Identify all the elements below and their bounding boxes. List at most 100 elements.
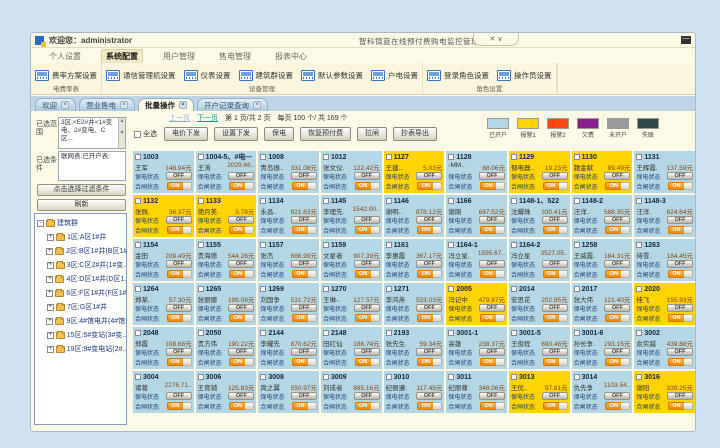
baodian-off-button[interactable]: OFF bbox=[604, 348, 630, 356]
card-checkbox[interactable] bbox=[323, 242, 329, 248]
card-checkbox[interactable] bbox=[574, 286, 580, 292]
ribbon-button-操作员设置[interactable]: 操作员设置 bbox=[497, 70, 552, 81]
ribbon-button-仪表设置[interactable]: 仪表设置 bbox=[184, 70, 231, 81]
baodian-off-button[interactable]: OFF bbox=[542, 172, 568, 180]
checkbox-icon[interactable] bbox=[134, 131, 141, 138]
card-checkbox[interactable] bbox=[574, 154, 580, 160]
tree-expander-icon[interactable]: + bbox=[47, 262, 54, 269]
card-checkbox[interactable] bbox=[323, 374, 329, 380]
card-checkbox[interactable] bbox=[574, 374, 580, 380]
hezha-on-button[interactable]: ON bbox=[417, 182, 434, 190]
tree-expander-icon[interactable]: + bbox=[47, 332, 54, 339]
card-checkbox[interactable] bbox=[386, 154, 392, 160]
baodian-off-button[interactable]: OFF bbox=[291, 304, 317, 312]
baodian-off-button[interactable]: OFF bbox=[228, 304, 254, 312]
baodian-off-button[interactable]: OFF bbox=[354, 304, 380, 312]
baodian-off-button[interactable]: OFF bbox=[416, 260, 442, 268]
baodian-off-button[interactable]: OFF bbox=[291, 392, 317, 400]
baodian-off-button[interactable]: OFF bbox=[479, 260, 505, 268]
baodian-off-button[interactable]: OFF bbox=[416, 348, 442, 356]
ribbon-button-建筑群设置[interactable]: 建筑群设置 bbox=[239, 70, 294, 81]
hezha-on-button[interactable]: ON bbox=[543, 358, 560, 366]
card-checkbox[interactable] bbox=[198, 198, 204, 204]
hezha-on-button[interactable]: ON bbox=[668, 402, 685, 410]
baodian-off-button[interactable]: OFF bbox=[479, 172, 505, 180]
baodian-off-button[interactable]: OFF bbox=[166, 348, 192, 356]
hezha-on-button[interactable]: ON bbox=[229, 270, 246, 278]
toolbar-button-保电[interactable]: 保电 bbox=[264, 127, 294, 141]
tab-开户记录查询[interactable]: 开户记录查询× bbox=[197, 98, 268, 111]
menu-item-售电管理[interactable]: 售电管理 bbox=[215, 50, 255, 63]
baodian-off-button[interactable]: OFF bbox=[479, 304, 505, 312]
hezha-on-button[interactable]: ON bbox=[543, 314, 560, 322]
hezha-on-button[interactable]: ON bbox=[417, 226, 434, 234]
card-checkbox[interactable] bbox=[323, 330, 329, 336]
card-checkbox[interactable] bbox=[636, 242, 642, 248]
card-checkbox[interactable] bbox=[260, 374, 266, 380]
tree-expander-icon[interactable]: + bbox=[47, 346, 54, 353]
card-checkbox[interactable] bbox=[135, 330, 141, 336]
hezha-on-button[interactable]: ON bbox=[355, 402, 372, 410]
hezha-on-button[interactable]: ON bbox=[355, 314, 372, 322]
baodian-off-button[interactable]: OFF bbox=[354, 172, 380, 180]
ribbon-collapse-control[interactable]: ✕ ∨ bbox=[473, 33, 519, 46]
hezha-on-button[interactable]: ON bbox=[167, 270, 184, 278]
card-checkbox[interactable] bbox=[386, 286, 392, 292]
hezha-on-button[interactable]: ON bbox=[480, 402, 497, 410]
hezha-on-button[interactable]: ON bbox=[480, 182, 497, 190]
hezha-on-button[interactable]: ON bbox=[605, 182, 622, 190]
hezha-on-button[interactable]: ON bbox=[543, 182, 560, 190]
baodian-off-button[interactable]: OFF bbox=[416, 304, 442, 312]
hezha-on-button[interactable]: ON bbox=[229, 402, 246, 410]
card-checkbox[interactable] bbox=[198, 242, 204, 248]
baodian-off-button[interactable]: OFF bbox=[354, 392, 380, 400]
tree-expander-icon[interactable]: + bbox=[46, 318, 53, 325]
baodian-off-button[interactable]: OFF bbox=[228, 216, 254, 224]
card-checkbox[interactable] bbox=[511, 330, 517, 336]
baodian-off-button[interactable]: OFF bbox=[166, 260, 192, 268]
card-checkbox[interactable] bbox=[386, 242, 392, 248]
card-checkbox[interactable] bbox=[448, 242, 454, 248]
hezha-on-button[interactable]: ON bbox=[605, 270, 622, 278]
baodian-off-button[interactable]: OFF bbox=[291, 216, 317, 224]
baodian-off-button[interactable]: OFF bbox=[291, 348, 317, 356]
hezha-on-button[interactable]: ON bbox=[167, 402, 184, 410]
tree-node[interactable]: +19区:9#变电站(2#... bbox=[37, 342, 126, 356]
card-checkbox[interactable] bbox=[135, 286, 141, 292]
refresh-button[interactable]: 刷新 bbox=[37, 199, 126, 211]
hezha-on-button[interactable]: ON bbox=[229, 314, 246, 322]
range-scrollbar[interactable]: ▲▼ bbox=[118, 118, 125, 148]
hezha-on-button[interactable]: ON bbox=[355, 182, 372, 190]
hezha-on-button[interactable]: ON bbox=[292, 270, 309, 278]
baodian-off-button[interactable]: OFF bbox=[166, 216, 192, 224]
hezha-on-button[interactable]: ON bbox=[543, 270, 560, 278]
card-checkbox[interactable] bbox=[198, 374, 204, 380]
baodian-off-button[interactable]: OFF bbox=[354, 216, 380, 224]
hezha-on-button[interactable]: ON bbox=[292, 402, 309, 410]
hezha-on-button[interactable]: ON bbox=[480, 358, 497, 366]
card-checkbox[interactable] bbox=[198, 330, 204, 336]
baodian-off-button[interactable]: OFF bbox=[604, 172, 630, 180]
tree-node[interactable]: +9区:4#馆电井(4#馆... bbox=[37, 314, 126, 328]
card-checkbox[interactable] bbox=[448, 154, 454, 160]
card-checkbox[interactable] bbox=[198, 154, 204, 160]
tree-expander-icon[interactable]: + bbox=[47, 304, 54, 311]
card-checkbox[interactable] bbox=[574, 330, 580, 336]
tree-expander-icon[interactable]: + bbox=[46, 276, 53, 283]
baodian-off-button[interactable]: OFF bbox=[542, 392, 568, 400]
card-checkbox[interactable] bbox=[511, 154, 517, 160]
tree-node[interactable]: +6区:F区1#井(F区1#... bbox=[37, 286, 126, 300]
baodian-off-button[interactable]: OFF bbox=[667, 348, 693, 356]
minimize-button[interactable]: — bbox=[681, 36, 691, 44]
baodian-off-button[interactable]: OFF bbox=[542, 216, 568, 224]
card-checkbox[interactable] bbox=[386, 330, 392, 336]
baodian-off-button[interactable]: OFF bbox=[416, 216, 442, 224]
baodian-off-button[interactable]: OFF bbox=[479, 348, 505, 356]
baodian-off-button[interactable]: OFF bbox=[166, 304, 192, 312]
menu-item-系统配置[interactable]: 系统配置 bbox=[101, 49, 143, 64]
baodian-off-button[interactable]: OFF bbox=[667, 260, 693, 268]
tab-close-icon[interactable]: × bbox=[61, 101, 69, 109]
tree-root[interactable]: -建筑群 bbox=[37, 216, 126, 230]
baodian-off-button[interactable]: OFF bbox=[667, 172, 693, 180]
hezha-on-button[interactable]: ON bbox=[417, 270, 434, 278]
